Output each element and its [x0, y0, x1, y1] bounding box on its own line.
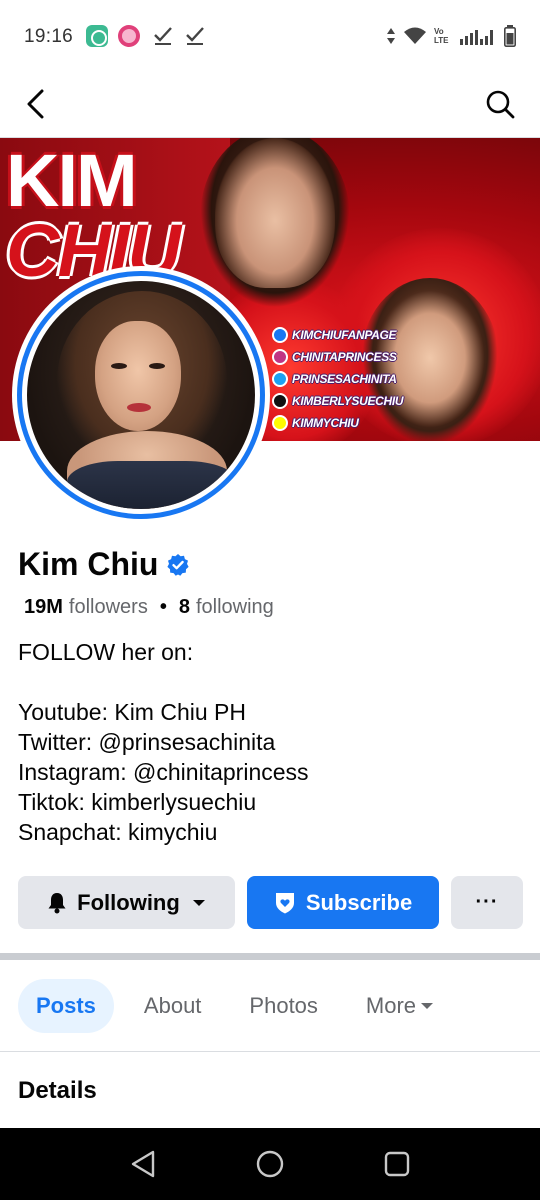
- cover-social-list: KIMCHIUFANPAGE CHINITAPRINCESS PRINSESAC…: [272, 324, 404, 434]
- tab-label: About: [143, 993, 202, 1018]
- cover-social-label: KIMCHIUFANPAGE: [292, 328, 397, 342]
- profile-actions: Following Subscribe ···: [18, 876, 523, 929]
- followers-label: followers: [68, 596, 148, 618]
- tab-label: More: [365, 993, 417, 1018]
- following-stat[interactable]: 8 following: [179, 596, 274, 619]
- tab-label: Photos: [249, 993, 318, 1018]
- nav-recents-button[interactable]: [377, 1144, 417, 1184]
- chevron-down-icon: [420, 1001, 434, 1011]
- chevron-down-icon: [192, 898, 206, 908]
- bio-line: Snapchat: kimychiu: [18, 819, 218, 845]
- tab-photos[interactable]: Photos: [231, 979, 336, 1033]
- followers-count: 19M: [24, 596, 63, 618]
- profile-avatar[interactable]: [12, 266, 270, 524]
- avatar-ring: [17, 271, 265, 519]
- cover-title-line1: KIM: [6, 139, 138, 222]
- bell-icon: [47, 892, 67, 914]
- bio-spacer: [18, 667, 518, 697]
- app-notification-icon-2: [118, 25, 140, 47]
- profile-name-row: Kim Chiu: [18, 546, 190, 583]
- avatar-photo: [27, 281, 255, 509]
- cover-social-label: KIMBERLYSUECHIU: [292, 394, 404, 408]
- wifi-icon: [404, 27, 426, 44]
- profile-bio: FOLLOW her on: Youtube: Kim Chiu PH Twit…: [18, 637, 518, 847]
- cover-social-label: KIMMYCHIU: [292, 416, 359, 430]
- back-button[interactable]: [18, 86, 54, 122]
- search-button[interactable]: [482, 86, 518, 122]
- cover-figure-face: [215, 138, 335, 288]
- nav-home-icon: [256, 1150, 284, 1178]
- snapchat-icon: [272, 415, 288, 431]
- cover-social-item: KIMCHIUFANPAGE: [272, 324, 403, 346]
- following-count: 8: [178, 596, 190, 618]
- following-button[interactable]: Following: [18, 876, 235, 929]
- followers-stat[interactable]: 19M followers: [24, 596, 148, 619]
- signal-icon: [460, 30, 493, 45]
- profile-tabs: Posts About Photos More: [18, 979, 452, 1033]
- bio-line: Youtube: Kim Chiu PH: [18, 699, 247, 725]
- instagram-icon: [272, 349, 288, 365]
- details-heading: Details: [18, 1077, 97, 1104]
- tab-posts[interactable]: Posts: [18, 979, 114, 1033]
- following-button-label: Following: [77, 889, 180, 915]
- facebook-icon: [272, 327, 288, 343]
- bio-intro: FOLLOW her on:: [18, 639, 194, 665]
- nav-back-icon: [132, 1150, 155, 1178]
- subscribe-button[interactable]: Subscribe: [247, 876, 439, 929]
- cover-social-item: PRINSESACHINITA: [272, 368, 403, 390]
- status-bar: 19:16 Vo LTE: [0, 0, 540, 72]
- cover-social-label: CHINITAPRINCESS: [292, 350, 397, 364]
- tabs-divider: [0, 1051, 540, 1052]
- app-header: [0, 72, 540, 138]
- app-notification-icon: [86, 25, 108, 47]
- cover-social-item: KIMMYCHIU: [272, 412, 403, 434]
- section-divider: [0, 953, 540, 960]
- status-indicators: Vo LTE: [386, 24, 516, 48]
- cover-social-label: PRINSESACHINITA: [292, 372, 397, 386]
- profile-name: Kim Chiu: [18, 546, 159, 582]
- status-time: 19:16: [24, 26, 74, 47]
- cover-social-item: CHINITAPRINCESS: [272, 346, 403, 368]
- tab-more[interactable]: More: [348, 979, 452, 1033]
- tab-about[interactable]: About: [126, 979, 220, 1033]
- search-icon: [486, 90, 515, 119]
- more-options-button[interactable]: ···: [451, 876, 523, 929]
- cover-social-item: KIMBERLYSUECHIU: [272, 390, 404, 412]
- bio-line: Tiktok: kimberlysuechiu: [18, 789, 257, 815]
- battery-icon: [504, 25, 516, 47]
- nav-back-button[interactable]: [123, 1144, 163, 1184]
- avatar-eye: [149, 363, 165, 369]
- subscribe-button-label: Subscribe: [305, 889, 413, 915]
- shield-heart-icon: [274, 891, 296, 915]
- following-label: following: [195, 596, 274, 618]
- check-notification-icon-2: [184, 24, 206, 46]
- bio-line: Twitter: @prinsesachinita: [18, 729, 276, 755]
- avatar-dress: [67, 461, 237, 509]
- avatar-eye: [111, 363, 127, 369]
- verified-badge-icon: [167, 553, 190, 576]
- nav-home-button[interactable]: [250, 1144, 290, 1184]
- tab-label: Posts: [36, 993, 96, 1018]
- data-arrows-icon: [387, 28, 395, 44]
- volte-label: Vo LTE: [434, 27, 449, 45]
- twitter-icon: [272, 371, 288, 387]
- stats-separator: •: [159, 596, 167, 618]
- profile-stats: 19M followers • 8 following: [24, 596, 274, 619]
- system-nav-bar: [0, 1128, 540, 1200]
- cover-title: KIM CHIU: [6, 139, 181, 288]
- tiktok-icon: [272, 393, 288, 409]
- back-arrow-icon: [27, 89, 44, 119]
- nav-recents-icon: [384, 1151, 409, 1177]
- check-notification-icon: [152, 24, 174, 46]
- avatar-lips: [127, 403, 151, 412]
- bio-line: Instagram: @chinitaprincess: [18, 759, 309, 785]
- avatar-face: [95, 321, 181, 431]
- more-dots-icon: ···: [475, 891, 499, 913]
